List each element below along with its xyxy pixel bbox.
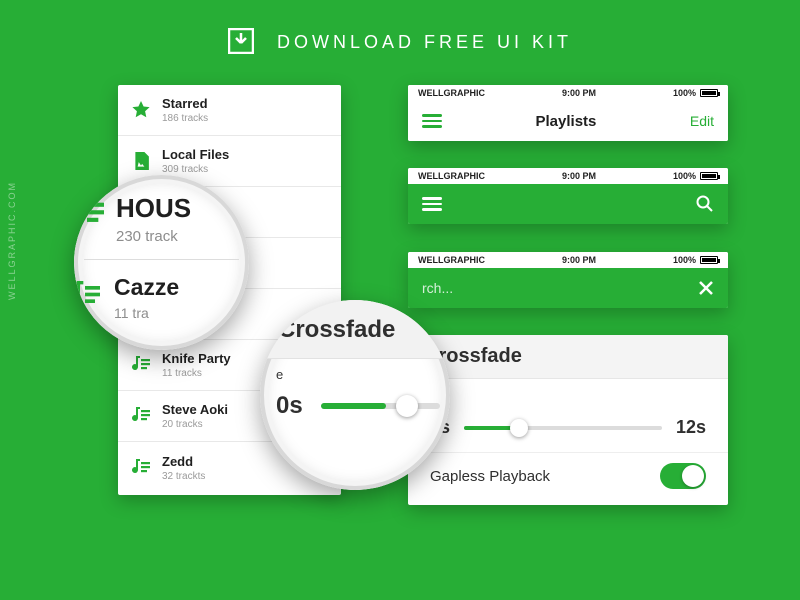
navbar-green <box>408 184 728 224</box>
slider-max: 12s <box>676 417 706 438</box>
download-icon <box>228 28 254 54</box>
status-carrier: WELLGRAPHIC <box>418 255 485 265</box>
slider-knob[interactable] <box>396 395 418 417</box>
crossfade-slider-row: 0s 12s <box>408 399 728 452</box>
list-item-title: Zedd <box>162 454 205 469</box>
status-time: 9:00 PM <box>562 255 596 265</box>
mag-crossfade-title: Crossfade <box>260 300 450 359</box>
slider-knob[interactable] <box>510 419 528 437</box>
gapless-row: Gapless Playback <box>408 452 728 495</box>
mag-crossfade-sub: e <box>270 359 440 392</box>
search-icon[interactable] <box>696 195 714 213</box>
crossfade-panel: Crossfade e 0s 12s Gapless Playback <box>408 335 728 505</box>
mag-row-sub: 230 track <box>116 228 239 245</box>
crossfade-sub: e <box>408 379 728 399</box>
header-title: DOWNLOAD FREE UI KIT <box>277 32 572 52</box>
playlist-icon <box>132 459 150 477</box>
mag-slider[interactable] <box>321 403 440 409</box>
search-input[interactable]: rch... <box>422 280 698 296</box>
star-icon <box>132 101 150 119</box>
playlist-icon <box>132 407 150 425</box>
gapless-toggle[interactable] <box>660 463 706 489</box>
status-battery: 100% <box>673 88 718 98</box>
menu-icon[interactable] <box>422 111 442 131</box>
playlist-icon <box>132 356 150 374</box>
navbar-card-green: WELLGRAPHIC 9:00 PM 100% <box>408 168 728 224</box>
list-item-sub: 186 tracks <box>162 113 208 124</box>
mag-row-title: HOUS <box>116 193 239 224</box>
magnifier-crossfade: Crossfade e 0s <box>260 300 450 490</box>
watermark-text: WELLGRAPHIC.COM <box>7 181 17 300</box>
edit-button[interactable]: Edit <box>690 113 714 129</box>
list-item-title: Knife Party <box>162 351 231 366</box>
playlist-icon <box>74 197 104 231</box>
navbar-title: Playlists <box>536 113 597 130</box>
status-time: 9:00 PM <box>562 171 596 181</box>
playlist-icon <box>74 281 100 311</box>
status-battery: 100% <box>673 255 718 265</box>
gapless-label: Gapless Playback <box>430 468 550 485</box>
navbar-card-search: WELLGRAPHIC 9:00 PM 100% rch... <box>408 252 728 308</box>
list-item-sub: 11 tracks <box>162 368 231 379</box>
mag-crossfade-val: 0s <box>276 392 303 420</box>
list-item-sub: 20 tracks <box>162 419 228 430</box>
navbar-card-playlists: WELLGRAPHIC 9:00 PM 100% Playlists Edit <box>408 85 728 141</box>
magnifier-list: HOUS 230 track Cazze 11 tra <box>74 175 249 350</box>
mag-row-title: Cazze <box>114 274 239 301</box>
menu-icon[interactable] <box>422 194 442 214</box>
navbar-search: rch... <box>408 268 728 308</box>
close-icon[interactable] <box>698 280 714 296</box>
list-item[interactable]: Starred 186 tracks <box>118 85 341 136</box>
status-carrier: WELLGRAPHIC <box>418 171 485 181</box>
page-header: DOWNLOAD FREE UI KIT <box>0 28 800 54</box>
crossfade-slider[interactable] <box>464 426 662 430</box>
status-time: 9:00 PM <box>562 88 596 98</box>
mag-row-sub: 11 tra <box>114 305 239 321</box>
list-item-title: Starred <box>162 96 208 111</box>
file-icon <box>132 152 150 170</box>
status-carrier: WELLGRAPHIC <box>418 88 485 98</box>
status-bar: WELLGRAPHIC 9:00 PM 100% <box>408 85 728 101</box>
status-bar: WELLGRAPHIC 9:00 PM 100% <box>408 168 728 184</box>
list-item-sub: 32 trackts <box>162 471 205 482</box>
status-battery: 100% <box>673 171 718 181</box>
list-item-title: Local Files <box>162 147 229 162</box>
list-item-sub: 309 tracks <box>162 164 229 175</box>
list-item-title: Steve Aoki <box>162 402 228 417</box>
crossfade-heading: Crossfade <box>408 335 728 379</box>
navbar: Playlists Edit <box>408 101 728 141</box>
status-bar: WELLGRAPHIC 9:00 PM 100% <box>408 252 728 268</box>
